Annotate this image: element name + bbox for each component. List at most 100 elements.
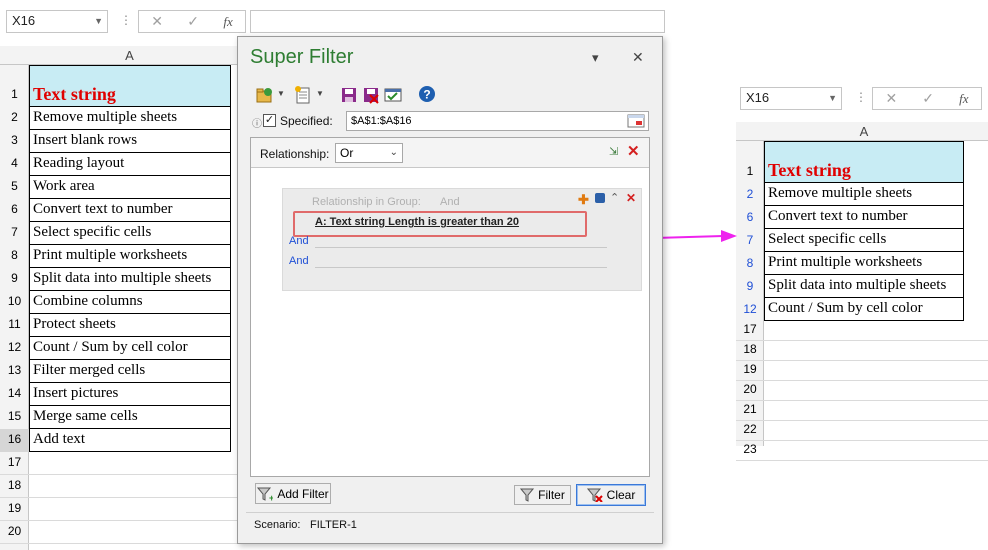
- row-number[interactable]: 22: [736, 422, 764, 436]
- row-number[interactable]: 1: [0, 87, 29, 101]
- name-box[interactable]: X16 ▼: [6, 10, 108, 33]
- open-scenario-icon[interactable]: [256, 86, 274, 104]
- data-cell[interactable]: [764, 380, 963, 400]
- group-relationship-value[interactable]: And: [440, 196, 460, 208]
- and-link-1[interactable]: And: [289, 235, 309, 247]
- data-cell[interactable]: Work area: [29, 175, 230, 198]
- data-cell[interactable]: [29, 520, 230, 543]
- row-number[interactable]: 23: [736, 442, 764, 456]
- data-cell[interactable]: [764, 320, 963, 340]
- row-number[interactable]: 1: [736, 164, 764, 178]
- row-number[interactable]: 6: [0, 202, 29, 216]
- cancel-icon[interactable]: ✕: [886, 90, 898, 107]
- row-number[interactable]: 12: [736, 302, 764, 316]
- row-number[interactable]: 12: [0, 340, 29, 354]
- data-cell[interactable]: Remove multiple sheets: [764, 182, 963, 205]
- data-cell[interactable]: [29, 474, 230, 497]
- manage-scenarios-icon[interactable]: [384, 86, 402, 104]
- column-header-corner[interactable]: [0, 46, 29, 65]
- row-number[interactable]: 13: [0, 363, 29, 377]
- row-number[interactable]: 18: [736, 342, 764, 356]
- cancel-icon[interactable]: ✕: [151, 13, 163, 30]
- chevron-down-icon[interactable]: ▼: [277, 89, 285, 98]
- and-link-2[interactable]: And: [289, 255, 309, 267]
- relationship-select[interactable]: Or ⌄: [335, 143, 403, 163]
- data-cell[interactable]: [29, 497, 230, 520]
- chevron-down-icon[interactable]: ▼: [94, 11, 103, 31]
- help-icon[interactable]: ?: [418, 85, 436, 103]
- data-cell[interactable]: Count / Sum by cell color: [29, 336, 230, 359]
- data-cell[interactable]: Combine columns: [29, 290, 230, 313]
- formula-bar[interactable]: [250, 10, 665, 33]
- collapse-icon[interactable]: ⇲: [609, 145, 618, 158]
- data-cell[interactable]: Merge same cells: [29, 405, 230, 428]
- row-number[interactable]: 8: [736, 256, 764, 270]
- row-number[interactable]: 8: [0, 248, 29, 262]
- filter-condition[interactable]: A: Text string Length is greater than 20: [315, 216, 519, 228]
- row-number[interactable]: 17: [0, 455, 29, 469]
- row-number[interactable]: 14: [0, 386, 29, 400]
- row-number[interactable]: 9: [736, 279, 764, 293]
- clear-button[interactable]: Clear: [576, 484, 646, 506]
- save-icon[interactable]: [340, 86, 358, 104]
- filter-button[interactable]: Filter: [514, 485, 571, 505]
- row-number[interactable]: 6: [736, 210, 764, 224]
- column-header-corner-right[interactable]: [736, 122, 764, 141]
- row-number[interactable]: 16: [0, 432, 29, 446]
- data-cell[interactable]: [764, 340, 963, 360]
- data-cell[interactable]: [764, 360, 963, 380]
- dialog-close-button[interactable]: ✕: [632, 49, 644, 66]
- row-number[interactable]: 4: [0, 156, 29, 170]
- row-number[interactable]: 11: [0, 317, 29, 331]
- row-number[interactable]: 17: [736, 322, 764, 336]
- data-cell[interactable]: Split data into multiple sheets: [29, 267, 230, 290]
- column-header-a-right[interactable]: A: [764, 122, 964, 141]
- specified-checkbox[interactable]: ✓: [263, 114, 276, 127]
- header-cell[interactable]: Text string: [764, 141, 963, 182]
- data-cell[interactable]: Select specific cells: [29, 221, 230, 244]
- data-cell[interactable]: [764, 440, 963, 460]
- row-number[interactable]: 3: [0, 133, 29, 147]
- data-cell[interactable]: Convert text to number: [764, 205, 963, 228]
- data-cell[interactable]: Filter merged cells: [29, 359, 230, 382]
- row-number[interactable]: 20: [0, 524, 29, 538]
- row-number[interactable]: 5: [0, 179, 29, 193]
- row-number[interactable]: 10: [0, 294, 29, 308]
- data-cell[interactable]: Remove multiple sheets: [29, 106, 230, 129]
- data-cell[interactable]: Select specific cells: [764, 228, 963, 251]
- column-header-b-right[interactable]: [964, 122, 988, 141]
- row-number[interactable]: 18: [0, 478, 29, 492]
- data-cell[interactable]: Count / Sum by cell color: [764, 297, 963, 320]
- data-cell[interactable]: Print multiple worksheets: [29, 244, 230, 267]
- name-box-right[interactable]: X16 ▼: [740, 87, 842, 110]
- delete-all-icon[interactable]: ✕: [627, 142, 640, 160]
- row-number[interactable]: 21: [736, 402, 764, 416]
- condition-slot-1[interactable]: [315, 247, 607, 248]
- data-cell[interactable]: [764, 420, 963, 440]
- new-scenario-icon[interactable]: [294, 86, 312, 104]
- row-number[interactable]: 19: [736, 362, 764, 376]
- data-cell[interactable]: Insert blank rows: [29, 129, 230, 152]
- chevron-down-icon[interactable]: ▼: [316, 89, 324, 98]
- data-cell[interactable]: Insert pictures: [29, 382, 230, 405]
- chevron-down-icon[interactable]: ▼: [828, 88, 837, 108]
- data-cell[interactable]: Convert text to number: [29, 198, 230, 221]
- row-number[interactable]: 15: [0, 409, 29, 423]
- row-number[interactable]: 7: [0, 225, 29, 239]
- row-number[interactable]: 19: [0, 501, 29, 515]
- column-header-a[interactable]: A: [29, 46, 230, 65]
- add-condition-icon[interactable]: ✚: [578, 192, 589, 208]
- insert-function-icon[interactable]: fx: [959, 91, 968, 107]
- data-cell[interactable]: Reading layout: [29, 152, 230, 175]
- row-number[interactable]: 2: [736, 187, 764, 201]
- save-as-icon[interactable]: [362, 86, 380, 104]
- data-cell[interactable]: Add text: [29, 428, 230, 451]
- delete-group-icon[interactable]: ✕: [626, 191, 636, 205]
- enter-icon[interactable]: ✓: [187, 13, 199, 30]
- data-cell[interactable]: Protect sheets: [29, 313, 230, 336]
- range-select-icon[interactable]: [627, 113, 645, 129]
- row-number[interactable]: 7: [736, 233, 764, 247]
- enter-icon[interactable]: ✓: [922, 90, 934, 107]
- row-number[interactable]: 20: [736, 382, 764, 396]
- row-number[interactable]: 9: [0, 271, 29, 285]
